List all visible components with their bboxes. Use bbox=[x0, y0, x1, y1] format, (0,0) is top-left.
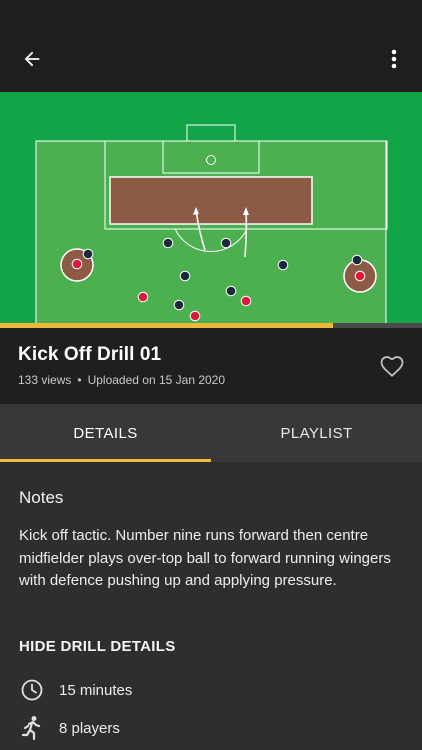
more-options-button[interactable] bbox=[384, 44, 404, 74]
running-person-icon bbox=[19, 715, 45, 741]
arrow-back-icon bbox=[24, 51, 40, 67]
heart-outline-icon bbox=[380, 356, 404, 377]
drill-title: Kick Off Drill 01 bbox=[18, 344, 162, 365]
favorite-button[interactable] bbox=[378, 352, 406, 380]
hide-drill-details-button[interactable]: HIDE DRILL DETAILS bbox=[19, 638, 176, 655]
pitch-field bbox=[35, 140, 387, 325]
player-navy bbox=[173, 299, 185, 311]
player-navy bbox=[179, 270, 191, 282]
player-navy bbox=[277, 259, 289, 271]
goal-box bbox=[186, 124, 236, 142]
notes-text: Kick off tactic. Number nine runs forwar… bbox=[19, 527, 391, 589]
players-text: 8 players bbox=[59, 719, 120, 737]
tab-bar: DETAILS PLAYLIST bbox=[0, 404, 422, 462]
player-navy bbox=[162, 237, 174, 249]
player-navy bbox=[225, 285, 237, 297]
duration-text: 15 minutes bbox=[59, 681, 133, 699]
drill-info: Kick Off Drill 01 133 views • Uploaded on … bbox=[0, 328, 422, 404]
meta-separator: • bbox=[77, 373, 82, 387]
back-button[interactable] bbox=[16, 44, 48, 74]
drill-video-player[interactable] bbox=[0, 92, 422, 325]
drill-meta: 133 views • Uploaded on 15 Jan 2020 bbox=[18, 373, 225, 387]
player-navy bbox=[351, 254, 363, 266]
details-panel: Notes Kick off tactic. Number nine runs … bbox=[0, 462, 422, 750]
notes-heading: Notes bbox=[19, 488, 64, 507]
player-red bbox=[240, 295, 252, 307]
pitch-diagram bbox=[35, 124, 388, 325]
player-red bbox=[189, 310, 201, 322]
clock-icon bbox=[19, 677, 45, 703]
view-count: 133 views bbox=[18, 373, 72, 387]
app-bar bbox=[0, 0, 422, 92]
duration-row: 15 minutes bbox=[19, 677, 132, 703]
zone-highlight bbox=[109, 176, 313, 225]
upload-date: Uploaded on 15 Jan 2020 bbox=[87, 373, 226, 387]
more-vert-icon bbox=[391, 49, 397, 69]
player-navy bbox=[82, 248, 94, 260]
players-row: 8 players bbox=[19, 715, 120, 741]
player-red bbox=[354, 270, 366, 282]
player-navy bbox=[220, 237, 232, 249]
player-red bbox=[71, 258, 83, 270]
player-red bbox=[137, 291, 149, 303]
tab-details[interactable]: DETAILS bbox=[0, 404, 211, 462]
tab-playlist[interactable]: PLAYLIST bbox=[211, 404, 422, 462]
